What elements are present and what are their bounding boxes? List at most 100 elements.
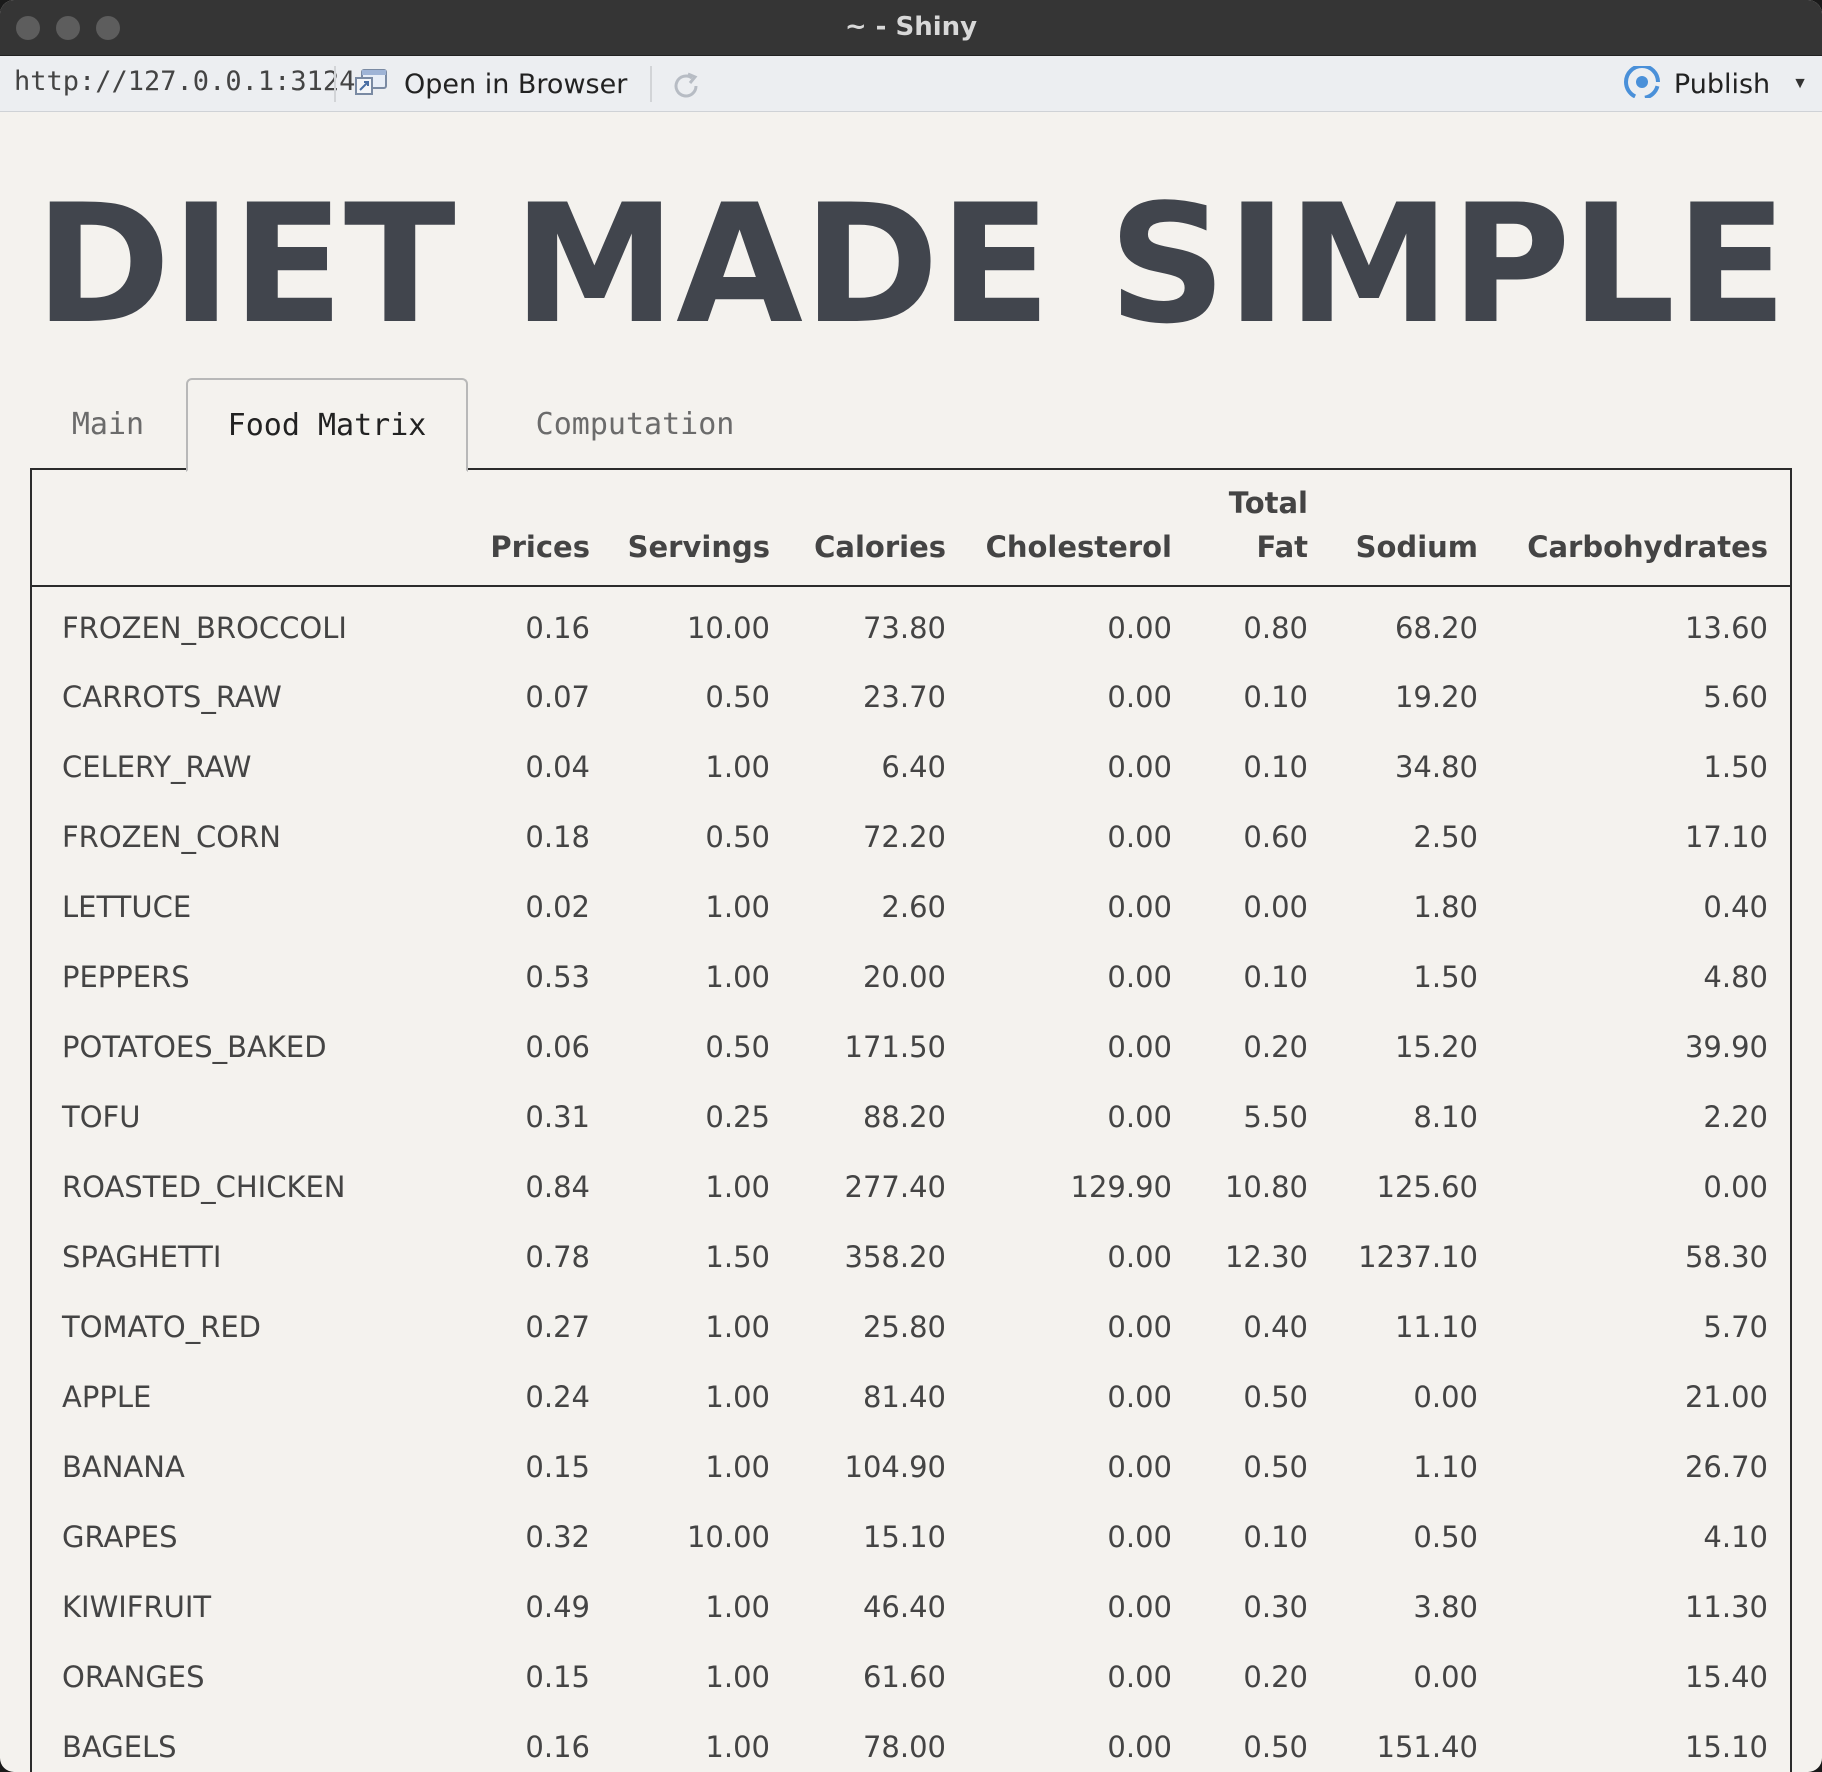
cell-servings: 0.25 xyxy=(705,1100,770,1134)
cell-calories: 81.40 xyxy=(862,1380,946,1414)
cell-calories: 15.10 xyxy=(862,1520,946,1554)
table-row: GRAPES 0.32 10.00 15.10 0.00 0.10 0.50 4.10 xyxy=(32,1502,1790,1572)
publish-button[interactable]: Publish ▼ xyxy=(1622,63,1808,104)
cell-servings: 1.00 xyxy=(705,1380,770,1414)
cell-total-fat: 0.00 xyxy=(1243,890,1308,924)
tab-computation[interactable]: Computation xyxy=(468,378,802,470)
table-row: APPLE 0.24 1.00 81.40 0.00 0.50 0.00 21.00 xyxy=(32,1362,1790,1432)
cell-sodium: 8.10 xyxy=(1413,1100,1478,1134)
cell-servings: 1.00 xyxy=(705,960,770,994)
cell-total-fat: 0.80 xyxy=(1243,610,1308,645)
cell-cholesterol: 0.00 xyxy=(1107,1310,1172,1344)
cell-sodium: 11.10 xyxy=(1394,1310,1478,1344)
table-row: FROZEN_CORN 0.18 0.50 72.20 0.00 0.60 2.50 17.1… xyxy=(32,802,1790,872)
cell-sodium: 3.80 xyxy=(1413,1590,1478,1624)
table-row: CELERY_RAW 0.04 1.00 6.40 0.00 0.10 34.80 1.50 xyxy=(32,732,1790,802)
tab-main[interactable]: Main xyxy=(30,378,186,470)
table-row: BANANA 0.15 1.00 104.90 0.00 0.50 1.10 26.70 xyxy=(32,1432,1790,1502)
cell-cholesterol: 0.00 xyxy=(1107,890,1172,924)
cell-sodium: 34.80 xyxy=(1394,750,1478,784)
food-matrix-table: Prices Servings Calories Cholesterol Tot… xyxy=(32,468,1790,1772)
column-header-prices: Prices xyxy=(488,468,612,587)
cell-servings: 10.00 xyxy=(686,610,770,645)
cell-food-name: LETTUCE xyxy=(62,890,192,924)
cell-servings: 1.00 xyxy=(705,1590,770,1624)
cell-sodium: 0.00 xyxy=(1413,1660,1478,1694)
cell-calories: 2.60 xyxy=(881,890,946,924)
food-matrix-table-container: Prices Servings Calories Cholesterol Tot… xyxy=(30,468,1792,1772)
page-title: DIET MADE SIMPLE xyxy=(34,169,1788,360)
cell-price: 0.53 xyxy=(525,960,590,994)
cell-price: 0.32 xyxy=(525,1520,590,1554)
cell-price: 0.18 xyxy=(525,820,590,854)
cell-calories: 88.20 xyxy=(862,1100,946,1134)
cell-price: 0.78 xyxy=(525,1240,590,1274)
cell-total-fat: 10.80 xyxy=(1224,1170,1308,1204)
cell-carbohydrates: 15.10 xyxy=(1684,1730,1768,1764)
cell-total-fat: 0.10 xyxy=(1243,750,1308,784)
cell-cholesterol: 0.00 xyxy=(1107,1520,1172,1554)
cell-food-name: GRAPES xyxy=(62,1520,178,1554)
open-in-browser-label: Open in Browser xyxy=(404,68,628,100)
cell-carbohydrates: 0.00 xyxy=(1703,1170,1768,1204)
cell-price: 0.27 xyxy=(525,1310,590,1344)
cell-sodium: 2.50 xyxy=(1413,820,1478,854)
cell-total-fat: 12.30 xyxy=(1224,1240,1308,1274)
cell-food-name: POTATOES_BAKED xyxy=(62,1030,327,1064)
cell-carbohydrates: 21.00 xyxy=(1684,1380,1768,1414)
cell-food-name: FROZEN_CORN xyxy=(62,820,281,854)
column-header-sodium: Sodium xyxy=(1330,468,1500,587)
toolbar-divider xyxy=(650,66,652,102)
cell-carbohydrates: 5.70 xyxy=(1703,1310,1768,1344)
publish-icon xyxy=(1622,63,1662,103)
cell-cholesterol: 0.00 xyxy=(1107,1590,1172,1624)
cell-food-name: ORANGES xyxy=(62,1660,205,1694)
table-row: POTATOES_BAKED 0.06 0.50 171.50 0.00 0.20 15.2… xyxy=(32,1012,1790,1082)
cell-total-fat: 0.30 xyxy=(1243,1590,1308,1624)
cell-cholesterol: 0.00 xyxy=(1107,680,1172,714)
cell-total-fat: 0.10 xyxy=(1243,680,1308,714)
cell-cholesterol: 0.00 xyxy=(1107,1030,1172,1064)
cell-price: 0.16 xyxy=(525,610,590,645)
cell-servings: 1.00 xyxy=(705,1310,770,1344)
cell-calories: 23.70 xyxy=(862,680,946,714)
cell-carbohydrates: 5.60 xyxy=(1703,680,1768,714)
cell-food-name: APPLE xyxy=(62,1380,152,1414)
cell-food-name: PEPPERS xyxy=(62,960,190,994)
cell-cholesterol: 0.00 xyxy=(1107,750,1172,784)
tab-food-matrix[interactable]: Food Matrix xyxy=(186,378,468,472)
column-header-total-fat: Total Fat xyxy=(1194,468,1330,587)
chevron-down-icon[interactable]: ▼ xyxy=(1792,75,1808,93)
cell-price: 0.15 xyxy=(525,1660,590,1694)
cell-food-name: TOMATO_RED xyxy=(62,1310,261,1344)
cell-servings: 0.50 xyxy=(705,680,770,714)
cell-carbohydrates: 58.30 xyxy=(1684,1240,1768,1274)
cell-total-fat: 0.40 xyxy=(1243,1310,1308,1344)
open-in-browser-button[interactable]: Open in Browser xyxy=(354,64,627,104)
cell-food-name: FROZEN_BROCCOLI xyxy=(62,610,347,645)
cell-food-name: SPAGHETTI xyxy=(62,1240,222,1274)
cell-servings: 1.00 xyxy=(705,1450,770,1484)
cell-carbohydrates: 4.10 xyxy=(1703,1520,1768,1554)
cell-cholesterol: 0.00 xyxy=(1107,960,1172,994)
cell-total-fat: 0.50 xyxy=(1243,1380,1308,1414)
cell-carbohydrates: 13.60 xyxy=(1684,610,1768,645)
cell-calories: 72.20 xyxy=(862,820,946,854)
cell-calories: 61.60 xyxy=(862,1660,946,1694)
table-row: KIWIFRUIT 0.49 1.00 46.40 0.00 0.30 3.80 11.30 xyxy=(32,1572,1790,1642)
cell-food-name: BANANA xyxy=(62,1450,185,1484)
cell-food-name: CARROTS_RAW xyxy=(62,680,282,714)
cell-calories: 46.40 xyxy=(862,1590,946,1624)
cell-servings: 0.50 xyxy=(705,1030,770,1064)
cell-calories: 358.20 xyxy=(844,1240,946,1274)
cell-sodium: 1.50 xyxy=(1413,960,1478,994)
cell-carbohydrates: 4.80 xyxy=(1703,960,1768,994)
cell-cholesterol: 0.00 xyxy=(1107,1100,1172,1134)
cell-price: 0.06 xyxy=(525,1030,590,1064)
cell-calories: 20.00 xyxy=(862,960,946,994)
refresh-icon[interactable] xyxy=(668,68,704,104)
cell-sodium: 68.20 xyxy=(1394,610,1478,645)
cell-total-fat: 0.50 xyxy=(1243,1450,1308,1484)
cell-sodium: 0.00 xyxy=(1413,1380,1478,1414)
cell-carbohydrates: 39.90 xyxy=(1684,1030,1768,1064)
